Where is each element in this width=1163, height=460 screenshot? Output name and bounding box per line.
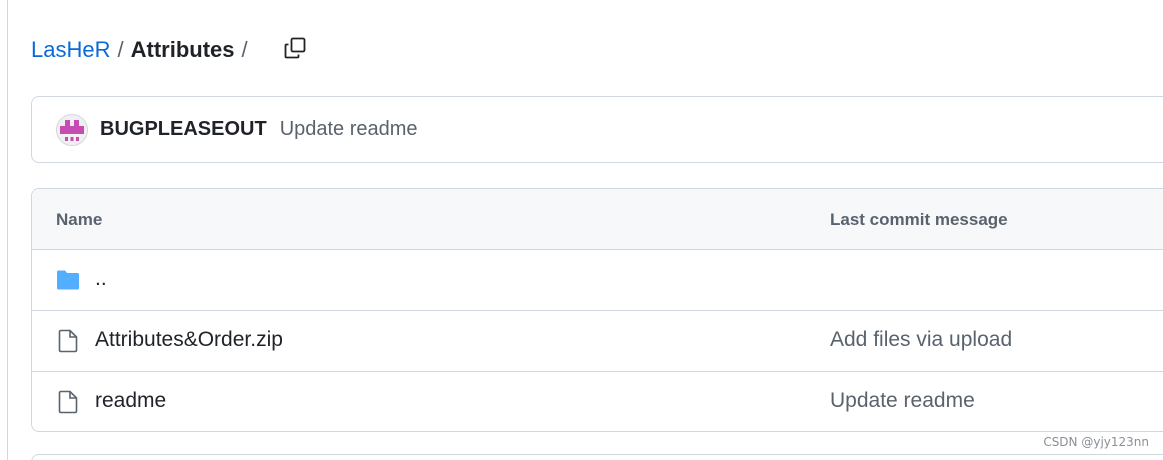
commit-message-link[interactable]: Update readme: [280, 118, 418, 141]
file-icon: [56, 329, 80, 353]
column-header-last-commit: Last commit message: [830, 210, 1008, 229]
readme-panel-edge: [31, 454, 1163, 460]
table-row-parent-directory[interactable]: ..: [32, 250, 1163, 311]
column-header-name: Name: [56, 210, 103, 229]
table-row-attributes-order-zip[interactable]: Attributes&Order.zip Add files via uploa…: [32, 311, 1163, 372]
file-link-readme[interactable]: readme: [95, 389, 166, 413]
breadcrumb-repo-link[interactable]: LasHeR: [31, 37, 110, 63]
table-row-readme[interactable]: readme Update readme: [32, 372, 1163, 431]
file-browser-page: LasHeR / Attributes / BUGPLEASEOUT Updat…: [0, 0, 1163, 460]
commit-author-link[interactable]: BUGPLEASEOUT: [100, 118, 267, 141]
copy-path-button[interactable]: [278, 31, 312, 65]
copy-icon: [284, 37, 306, 59]
file-table: Name Last commit message .. Attributes&O…: [31, 188, 1163, 432]
folder-icon: [56, 268, 80, 292]
breadcrumb-trailing-separator: /: [241, 37, 248, 62]
breadcrumb-separator: /: [117, 37, 124, 62]
left-divider: [7, 0, 8, 460]
identicon-icon: [57, 114, 87, 145]
avatar[interactable]: [56, 113, 88, 146]
breadcrumb: LasHeR / Attributes /: [31, 34, 255, 66]
parent-directory-link[interactable]: ..: [95, 267, 107, 291]
breadcrumb-current-folder: Attributes: [130, 37, 235, 62]
row-commit-message[interactable]: Update readme: [830, 389, 975, 413]
latest-commit-bar: BUGPLEASEOUT Update readme: [31, 96, 1163, 163]
table-header: Name Last commit message: [32, 189, 1163, 250]
file-link-attributes-order-zip[interactable]: Attributes&Order.zip: [95, 328, 283, 352]
watermark: CSDN @yjy123nn: [1043, 435, 1149, 449]
file-icon: [56, 390, 80, 414]
row-commit-message[interactable]: Add files via upload: [830, 328, 1012, 352]
